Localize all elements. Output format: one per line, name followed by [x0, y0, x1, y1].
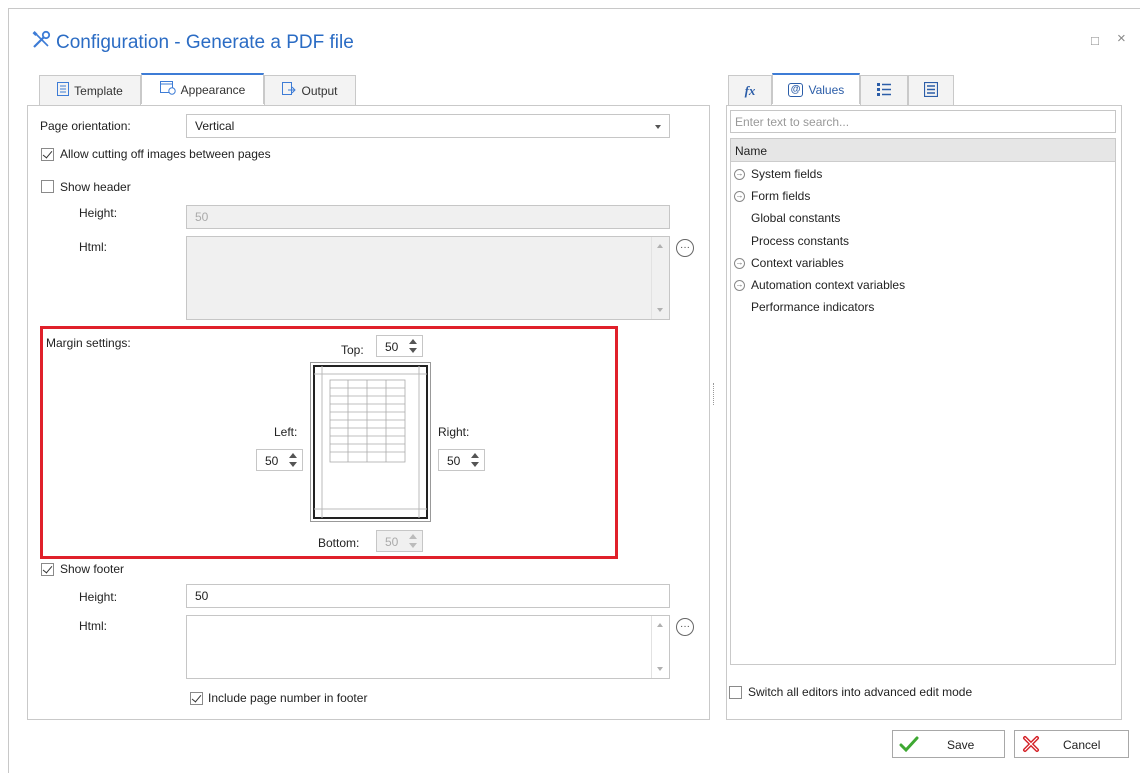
values-icon: @	[788, 83, 804, 97]
footer-html-more-icon[interactable]: ···	[676, 618, 694, 636]
close-icon[interactable]: ×	[1117, 30, 1126, 47]
show-header-label: Show header	[60, 180, 131, 194]
cancel-button[interactable]: Cancel	[1014, 730, 1129, 758]
output-icon	[282, 82, 296, 99]
footer-html-scrollbar[interactable]	[651, 616, 669, 678]
margin-top-label: Top:	[341, 343, 364, 357]
template-icon	[57, 82, 69, 99]
tree-item-process-constants[interactable]: Process constants	[751, 234, 849, 248]
header-height-input[interactable]: 50	[186, 205, 670, 229]
margin-left-label: Left:	[274, 425, 297, 439]
values-search-input[interactable]: Enter text to search...	[730, 110, 1116, 133]
tab-list[interactable]	[860, 75, 908, 105]
spin-up-icon[interactable]	[471, 453, 479, 458]
save-button[interactable]: Save	[892, 730, 1005, 758]
tab-template[interactable]: Template	[39, 75, 141, 105]
footer-html-editor[interactable]	[186, 615, 670, 679]
include-page-number-checkbox[interactable]	[190, 692, 203, 705]
footer-html-label: Html:	[79, 619, 107, 633]
list-icon	[877, 82, 891, 99]
tree-item-automation-context-variables[interactable]: →Automation context variables	[734, 278, 905, 292]
margin-top-spinner[interactable]: 50	[376, 335, 423, 357]
show-footer-label: Show footer	[60, 562, 124, 576]
tools-icon	[30, 29, 52, 57]
tab-form[interactable]	[908, 75, 954, 105]
page-orientation-select[interactable]: Vertical	[186, 114, 670, 138]
checkmark-icon	[899, 735, 919, 756]
appearance-icon	[160, 81, 176, 98]
spin-down-icon[interactable]	[471, 462, 479, 467]
tree-item-context-variables[interactable]: →Context variables	[734, 256, 844, 270]
chevron-down-icon	[655, 125, 661, 129]
tree-item-global-constants[interactable]: Global constants	[751, 211, 840, 225]
spin-down-icon[interactable]	[409, 348, 417, 353]
allow-cutting-label: Allow cutting off images between pages	[60, 147, 271, 161]
include-page-number-label: Include page number in footer	[208, 691, 367, 705]
allow-cutting-checkbox[interactable]	[41, 148, 54, 161]
header-html-scrollbar[interactable]	[651, 237, 669, 319]
function-icon: fx	[745, 83, 756, 99]
splitter-handle[interactable]	[713, 383, 715, 405]
expand-arrow-icon[interactable]: →	[734, 169, 745, 180]
tab-values[interactable]: @ Values	[772, 73, 860, 104]
margin-left-spinner[interactable]: 50	[256, 449, 303, 471]
margin-bottom-label: Bottom:	[318, 536, 359, 550]
margin-right-label: Right:	[438, 425, 469, 439]
expand-arrow-icon[interactable]: →	[734, 191, 745, 202]
values-column-header[interactable]: Name	[731, 139, 1115, 162]
margin-bottom-spinner[interactable]: 50	[376, 530, 423, 552]
spin-up-icon[interactable]	[289, 453, 297, 458]
maximize-icon[interactable]: □	[1091, 33, 1099, 48]
dialog-title-text: Configuration - Generate a PDF file	[56, 32, 354, 54]
header-height-label: Height:	[79, 206, 117, 220]
margin-settings-label: Margin settings:	[46, 336, 131, 350]
expand-arrow-icon[interactable]: →	[734, 280, 745, 291]
tab-output[interactable]: Output	[264, 75, 356, 105]
tab-appearance[interactable]: Appearance	[141, 73, 264, 104]
page-preview	[310, 362, 431, 522]
tree-item-system-fields[interactable]: →System fields	[734, 167, 822, 181]
expand-arrow-icon[interactable]: →	[734, 258, 745, 269]
advanced-mode-checkbox[interactable]	[729, 686, 742, 699]
form-icon	[924, 82, 938, 100]
cancel-x-icon	[1021, 734, 1041, 757]
tab-functions[interactable]: fx	[728, 75, 772, 105]
show-footer-checkbox[interactable]	[41, 563, 54, 576]
header-html-more-icon[interactable]: ···	[676, 239, 694, 257]
footer-height-label: Height:	[79, 590, 117, 604]
spin-up-icon[interactable]	[409, 339, 417, 344]
tree-item-performance-indicators[interactable]: Performance indicators	[751, 300, 874, 314]
spin-down-icon[interactable]	[289, 462, 297, 467]
advanced-mode-label: Switch all editors into advanced edit mo…	[748, 685, 972, 699]
show-header-checkbox[interactable]	[41, 180, 54, 193]
header-html-editor[interactable]	[186, 236, 670, 320]
header-html-label: Html:	[79, 240, 107, 254]
tree-item-form-fields[interactable]: →Form fields	[734, 189, 810, 203]
footer-height-input[interactable]: 50	[186, 584, 670, 608]
spin-up-icon[interactable]	[409, 534, 417, 539]
dialog-title: Configuration - Generate a PDF file	[30, 29, 354, 57]
margin-right-spinner[interactable]: 50	[438, 449, 485, 471]
spin-down-icon[interactable]	[409, 543, 417, 548]
page-orientation-label: Page orientation:	[40, 119, 131, 133]
